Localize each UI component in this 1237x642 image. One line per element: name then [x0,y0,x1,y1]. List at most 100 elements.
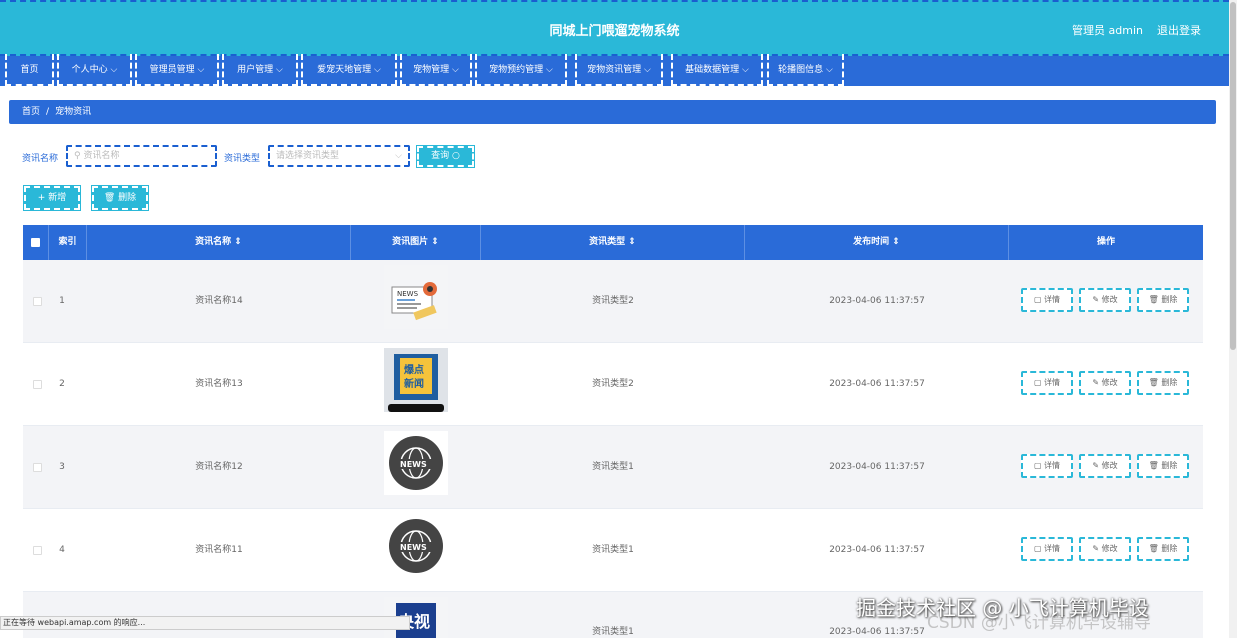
row-news-type: 资讯类型1 [592,627,634,637]
edit-button[interactable]: ✎ 修改 [1079,371,1131,395]
detail-icon: ▢ [1033,378,1045,387]
row-index: 4 [59,545,65,555]
nav-pet-booking-management[interactable]: 宠物预约管理 ⌵ [475,54,567,86]
delete-button[interactable]: 🗑 删除 [1137,537,1189,561]
news-image-thumbnail: 爆点 新闻 [384,348,448,412]
column-news-image[interactable]: 资讯图片 ⇕ [351,225,481,260]
detail-icon: ▢ [1033,295,1045,304]
row-news-name: 资讯名称13 [195,379,243,389]
column-news-type[interactable]: 资讯类型 ⇕ [481,225,745,260]
nav-carousel-info[interactable]: 轮播图信息 ⌵ [767,54,844,86]
row-index: 3 [59,462,65,472]
detail-button[interactable]: ▢ 详情 [1021,454,1073,478]
breaking-news-phone-icon: 爆点 新闻 [384,348,448,412]
main-nav: 首页 个人中心 ⌵ 管理员管理 ⌵ 用户管理 ⌵ 爱宠天地管理 ⌵ 宠物管理 ⌵… [0,54,1229,86]
column-actions: 操作 [1096,237,1115,247]
news-globe-icon: NEWS [389,519,443,573]
row-news-type: 资讯类型2 [592,379,634,389]
trash-icon: 🗑 [1148,461,1162,470]
row-news-name: 资讯名称11 [195,545,243,555]
column-publish-time[interactable]: 发布时间 ⇕ [745,225,1009,260]
nav-personal-center[interactable]: 个人中心 ⌵ [57,54,132,86]
breadcrumb-current: 宠物资讯 [55,107,92,117]
edit-icon: ✎ [1092,461,1102,470]
trash-icon: 🗑 [1148,544,1162,553]
edit-icon: ✎ [1092,544,1102,553]
delete-button[interactable]: 🗑 删除 [1137,288,1189,312]
scrollbar-thumb[interactable] [1230,2,1236,350]
news-image-thumbnail: NEWS [384,431,448,495]
nav-pet-management[interactable]: 宠物管理 ⌵ [400,54,472,86]
row-checkbox[interactable] [33,463,42,472]
detail-icon: ▢ [1033,544,1045,553]
detail-button[interactable]: ▢ 详情 [1021,288,1073,312]
row-checkbox[interactable] [33,297,42,306]
table-header: 索引 资讯名称 ⇕ 资讯图片 ⇕ 资讯类型 ⇕ 发布时间 ⇕ 操作 [23,225,1203,260]
browser-status-bar: 正在等待 webapi.amap.com 的响应... [0,616,410,630]
nav-basic-data-management[interactable]: 基础数据管理 ⌵ [671,54,763,86]
svg-text:NEWS: NEWS [400,460,427,469]
table-row: 4 资讯名称11 NEWS 资讯类型1 2023-04-06 11:37:57 … [23,509,1203,592]
edit-icon: ✎ [1092,295,1102,304]
edit-button[interactable]: ✎ 修改 [1079,288,1131,312]
news-image-thumbnail: NEWS [384,514,448,578]
svg-text:新闻: 新闻 [404,377,424,390]
nav-admin-management[interactable]: 管理员管理 ⌵ [135,54,219,86]
news-type-placeholder: 请选择资讯类型 [276,151,340,161]
app-title: 同城上门喂遛宠物系统 [549,24,680,39]
news-name-placeholder: 资讯名称 [83,151,120,161]
edit-icon: ✎ [1092,378,1102,387]
row-index: 1 [59,296,65,306]
query-button[interactable]: 查询 ○ [416,145,475,168]
table-row: 2 资讯名称13 爆点 新闻 资讯类型2 2023-04-06 11:37:57… [23,343,1203,426]
news-name-input[interactable]: ⚲ 资讯名称 [66,145,217,167]
nav-pet-news-management[interactable]: 宠物资讯管理 ⌵ [575,54,663,86]
row-publish-time: 2023-04-06 11:37:57 [829,296,925,306]
page-scrollbar[interactable] [1229,0,1237,638]
search-icon: ⚲ [74,151,81,161]
news-type-label: 资讯类型 [224,154,261,164]
delete-button[interactable]: 🗑 删除 [1137,371,1189,395]
select-all-cell [23,225,49,260]
delete-selected-button[interactable]: 🗑 删除 [91,185,149,211]
logout-link[interactable]: 退出登录 [1157,22,1201,38]
add-button[interactable]: + 新增 [23,185,81,211]
breadcrumb: 首页 / 宠物资讯 [9,100,1216,124]
news-name-label: 资讯名称 [22,154,59,164]
juejin-watermark: 掘金技术社区 @ 小飞计算机毕设 [856,596,1149,620]
svg-text:爆点: 爆点 [404,363,424,376]
top-header: 同城上门喂遛宠物系统 管理员 admin 退出登录 [0,0,1229,56]
row-news-name: 资讯名称12 [195,462,243,472]
svg-text:NEWS: NEWS [400,543,427,552]
row-news-type: 资讯类型2 [592,296,634,306]
edit-button[interactable]: ✎ 修改 [1079,537,1131,561]
table-row: 1 资讯名称14 NEWS 资讯类型2 2023-04-06 11:37:57 … [23,260,1203,343]
news-type-select[interactable]: 请选择资讯类型 ⌵ [268,145,410,167]
detail-icon: ▢ [1033,461,1045,470]
row-publish-time: 2023-04-06 11:37:57 [829,462,925,472]
edit-button[interactable]: ✎ 修改 [1079,454,1131,478]
row-checkbox[interactable] [33,380,42,389]
row-index: 2 [59,379,65,389]
row-news-name: 资讯名称14 [195,296,243,306]
select-all-checkbox[interactable] [31,238,40,247]
column-news-name[interactable]: 资讯名称 ⇕ [87,225,351,260]
admin-user-label[interactable]: 管理员 admin [1072,22,1143,38]
delete-button[interactable]: 🗑 删除 [1137,454,1189,478]
row-news-type: 资讯类型1 [592,545,634,555]
column-index: 索引 [49,225,87,260]
row-checkbox[interactable] [33,546,42,555]
row-publish-time: 2023-04-06 11:37:57 [829,545,925,555]
detail-button[interactable]: ▢ 详情 [1021,371,1073,395]
news-globe-icon: NEWS [389,436,443,490]
chevron-down-icon: ⌵ [395,151,402,161]
breadcrumb-separator: / [46,107,50,117]
nav-pet-world-management[interactable]: 爱宠天地管理 ⌵ [301,54,397,86]
breadcrumb-home[interactable]: 首页 [22,107,40,117]
nav-user-management[interactable]: 用户管理 ⌵ [222,54,298,86]
nav-home[interactable]: 首页 [5,54,54,86]
table-row: 3 资讯名称12 NEWS 资讯类型1 2023-04-06 11:37:57 … [23,426,1203,509]
detail-button[interactable]: ▢ 详情 [1021,537,1073,561]
news-image-thumbnail: NEWS [384,265,448,329]
trash-icon: 🗑 [1148,378,1162,387]
